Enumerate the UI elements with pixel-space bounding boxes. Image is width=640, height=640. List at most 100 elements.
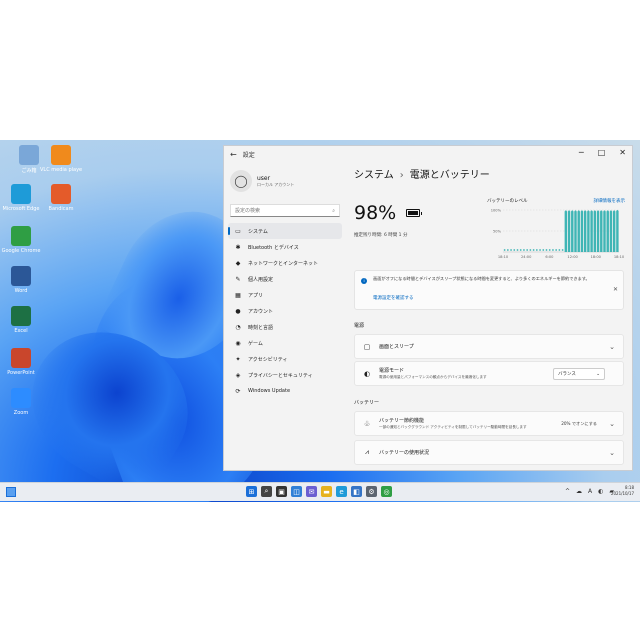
sidebar-item[interactable]: ✦ アクセシビリティ [224,351,346,367]
sidebar-item[interactable]: ✱ Bluetooth とデバイス [224,239,346,255]
clock[interactable]: 8:18 2021/10/17 [611,485,634,497]
sidebar-item[interactable]: ▭ システム [228,223,342,239]
chrome-icon[interactable]: ◎ [381,486,392,497]
search-icon: ⌕ [332,207,335,214]
desktop-icon[interactable]: Zoom [0,388,42,416]
desktop-icon[interactable]: Google Chrome [0,226,42,254]
sidebar-item[interactable]: ◈ プライバシーとセキュリティ [224,367,346,383]
sidebar-item[interactable]: ◔ 時刻と言語 [224,319,346,335]
chart-bar [577,211,580,252]
store-icon[interactable]: ◧ [351,486,362,497]
power-mode-select[interactable]: バランス ⌄ [553,368,605,380]
edge-icon[interactable]: e [336,486,347,497]
chrome-icon [11,226,31,246]
chart-point [590,210,593,213]
chevron-down-icon: ⌄ [609,342,615,351]
x-tick-label: 18:10 [614,255,625,259]
screen-sleep-row[interactable]: ▢ 画面とスリープ ⌄ [354,334,624,359]
title-bar: ← 設定 [224,146,632,162]
show-hidden-icons-icon[interactable]: ^ [565,488,570,495]
close-button[interactable]: ✕ [619,148,626,157]
recycle-bin-icon [19,145,39,165]
chart-bar [590,211,593,252]
search-icon[interactable]: ⌕ [261,486,272,497]
sidebar-item-label: Bluetooth とデバイス [248,244,299,251]
chart-point [552,249,554,251]
sidebar-item-label: アプリ [248,292,264,299]
user-name: user [257,174,271,182]
sidebar-item[interactable]: ⟳ Windows Update [224,383,346,399]
clock-date: 2021/10/17 [610,491,634,496]
chart-point [535,249,538,251]
excel-icon [11,306,31,326]
desktop-icon-label: Excel [14,328,28,334]
power-settings-link[interactable]: 電源設定を確認する [373,295,414,301]
desktop-icon[interactable]: PowerPoint [0,348,42,376]
sidebar-item[interactable]: ◉ ゲーム [224,335,346,351]
breadcrumb-separator: › [399,170,404,181]
x-tick-label: 18:10 [498,255,509,259]
onedrive-icon[interactable]: ☁ [576,488,582,495]
power-mode-description: 電源の使用量とパフォーマンスの観点からデバイスを最適化します [379,375,487,379]
sidebar-item[interactable]: ▦ アプリ [224,287,346,303]
sidebar-item-label: 個人用設定 [248,276,274,283]
chart-point [568,210,570,213]
maximize-button[interactable]: □ [598,148,606,157]
settings-icon[interactable]: ⚙ [366,486,377,497]
input-method-icon[interactable]: A [588,488,592,495]
chart-point [555,249,558,251]
battery-icon [406,209,422,217]
chart-bar [600,211,603,252]
desktop-icon[interactable]: VLC media player [40,145,82,173]
chart-point [593,210,596,213]
x-tick-label: 6:00 [545,255,554,259]
chart-bar [593,211,597,252]
chart-point [548,249,551,251]
sidebar-item[interactable]: ✎ 個人用設定 [224,271,346,287]
battery-usage-row[interactable]: ⩘ バッテリーの使用状況 ⌄ [354,440,624,465]
monitor-icon: ▭ [235,227,241,235]
chart-point [558,249,561,251]
breadcrumb-parent[interactable]: システム [354,170,394,181]
sidebar-item[interactable]: ● アカウント [224,303,346,319]
chart-bar [603,211,606,252]
back-arrow-icon[interactable]: ← [230,150,237,159]
chat-icon[interactable]: ✉ [306,486,317,497]
user-avatar-icon: ◯ [230,170,252,192]
desktop-icon[interactable]: Microsoft Edge [0,184,42,212]
screen-sleep-icon: ▢ [363,342,371,351]
chevron-down-icon: ⌄ [609,419,615,428]
app-icon [51,184,71,204]
desktop-icon-label: Microsoft Edge [2,206,40,212]
chart-bar [587,211,590,252]
desktop-icon[interactable]: Bandicam [40,184,82,212]
word-icon [11,266,31,286]
minimize-button[interactable]: ─ [579,148,584,157]
chart-point [519,249,522,251]
chart-bar [612,211,616,252]
task-view-icon[interactable]: ▣ [276,486,287,497]
network-icon[interactable]: ◐ [598,488,603,495]
user-card[interactable]: ◯ user ローカル アカウント [224,162,346,200]
accessibility-icon: ✦ [235,355,241,363]
desktop-icon[interactable]: Word [0,266,42,294]
file-explorer-icon[interactable]: ▬ [321,486,332,497]
chart-point [610,210,612,213]
brush-icon: ✎ [235,275,241,283]
screen-sleep-label: 画面とスリープ [379,344,414,350]
desktop-icon-label: Google Chrome [1,248,41,254]
taskbar: ⊞ ⌕ ▣ ◫ ✉ ▬ e ◧ ⚙ ◎ ^ ☁ A ◐ ▰ 8:18 2021/10/17 [0,482,640,501]
chart-point [510,249,512,251]
widgets-icon[interactable]: ◫ [291,486,302,497]
zoom-icon [11,388,31,408]
sidebar-item[interactable]: ◆ ネットワークとインターネット [224,255,346,271]
battery-saver-row[interactable]: ♧ バッテリー節約機能 一部の通知とバックグラウンド アクティビティを制限してバ… [354,411,624,436]
settings-search-input[interactable]: 設定の検索 ⌕ [230,204,340,217]
start-icon[interactable]: ⊞ [246,486,257,497]
dismiss-icon[interactable]: ✕ [613,286,618,293]
desktop-icon[interactable]: Excel [0,306,42,334]
desktop-icon-label: Word [14,288,28,294]
sidebar-item-label: 時刻と言語 [248,324,274,331]
info-banner: i 画面がオフになる時間とデバイスがスリープ状態になる時間を変更すると、より多く… [354,270,624,310]
weather-widget-icon[interactable] [6,487,16,497]
